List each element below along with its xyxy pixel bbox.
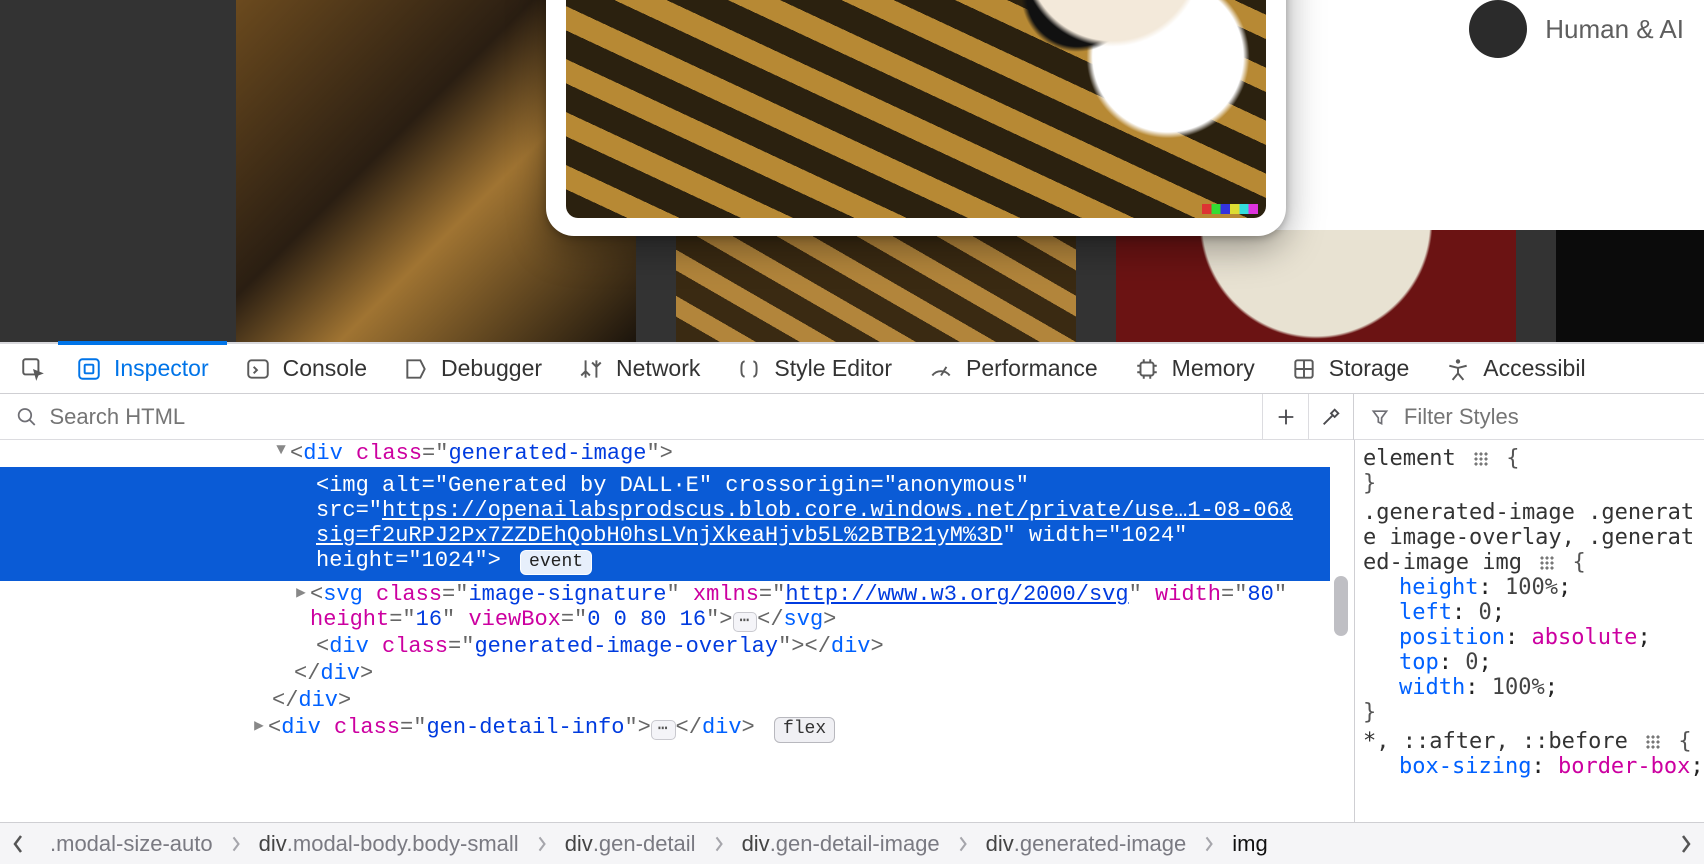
style-editor-icon [736,356,762,382]
tab-label: Inspector [114,355,209,382]
eyedropper-icon [1320,406,1342,428]
twisty-open-icon[interactable]: ▼ [272,441,290,459]
breadcrumb-prev-button[interactable] [0,823,36,864]
breadcrumb-next-button[interactable] [1668,823,1704,864]
tab-console[interactable]: Console [227,344,385,393]
filter-styles-box [1354,394,1704,439]
tab-label: Storage [1329,355,1410,382]
twisty-closed-icon[interactable]: ▶ [250,715,268,735]
scrollbar-thumb[interactable] [1334,576,1348,636]
avatar[interactable] [1469,0,1527,58]
drag-handle-icon[interactable] [1473,451,1489,467]
add-node-button[interactable] [1262,394,1308,440]
drag-handle-icon[interactable] [1539,555,1555,571]
tab-style-editor[interactable]: Style Editor [718,344,910,393]
tab-storage[interactable]: Storage [1273,344,1428,393]
tab-network[interactable]: Network [560,344,718,393]
image-detail-modal [546,0,1286,236]
dom-tree[interactable]: ▼ <div class="generated-image"> <img alt… [0,440,1354,822]
tab-label: Console [283,355,367,382]
dom-node[interactable]: </div> [0,687,1330,714]
console-icon [245,356,271,382]
search-icon [16,406,37,428]
dom-node[interactable]: ▶ <svg class="image-signature" xmlns="ht… [0,581,1330,633]
dom-node[interactable]: </div> [0,660,1330,687]
tab-debugger[interactable]: Debugger [385,344,560,393]
plus-icon [1275,406,1297,428]
tab-label: Style Editor [774,355,892,382]
tab-memory[interactable]: Memory [1116,344,1273,393]
dom-node[interactable]: <div class="generated-image-overlay"></d… [0,633,1330,660]
inspector-search-row [0,394,1704,440]
network-icon [578,356,604,382]
flex-badge[interactable]: flex [774,717,835,742]
breadcrumb: .modal-size-auto div.modal-body.body-sma… [0,822,1704,864]
debugger-icon [403,356,429,382]
css-rule[interactable]: element { } [1363,446,1696,496]
accessibility-icon [1445,356,1471,382]
search-html-input[interactable] [47,403,1262,431]
inspector-icon [76,356,102,382]
tab-accessibility[interactable]: Accessibil [1427,344,1603,393]
tab-performance[interactable]: Performance [910,344,1116,393]
modal-image[interactable] [566,0,1266,218]
chevron-left-icon [11,834,25,854]
ellipsis-badge[interactable]: ⋯ [651,720,676,740]
filter-styles-input[interactable] [1402,403,1704,431]
tab-label: Accessibil [1483,355,1585,382]
css-rule[interactable]: *, ::after, ::before { box-sizing: borde… [1363,729,1696,779]
performance-icon [928,356,954,382]
twisty-closed-icon[interactable]: ▶ [292,582,310,602]
breadcrumb-item[interactable]: div.gen-detail-image [728,823,954,864]
styles-pane[interactable]: element { } .generated-image .generate i… [1354,440,1704,822]
devtools-toolbar: Inspector Console Debugger Network Style… [0,344,1704,394]
element-picker-button[interactable] [8,344,58,393]
memory-icon [1134,356,1160,382]
breadcrumb-item[interactable]: div.modal-body.body-small [245,823,533,864]
filter-icon [1370,406,1390,428]
tab-label: Memory [1172,355,1255,382]
dom-node[interactable]: ▼ <div class="generated-image"> [0,440,1330,467]
css-rule[interactable]: .generated-image .generate image-overlay… [1363,500,1696,725]
search-html-box [0,394,1262,439]
avatar-label: Human & AI [1545,14,1684,45]
devtools-panel: Inspector Console Debugger Network Style… [0,342,1704,864]
chevron-right-icon [1679,834,1693,854]
inspector-panes: ▼ <div class="generated-image"> <img alt… [0,440,1704,822]
ellipsis-badge[interactable]: ⋯ [733,612,758,632]
storage-icon [1291,356,1317,382]
breadcrumb-item[interactable]: div.gen-detail [551,823,710,864]
page-content: Human & AI [0,0,1704,342]
breadcrumb-item[interactable]: .modal-size-auto [36,823,227,864]
tab-label: Network [616,355,700,382]
tab-inspector[interactable]: Inspector [58,344,227,393]
breadcrumb-item[interactable]: div.generated-image [972,823,1201,864]
dom-node[interactable]: ▶ <div class="gen-detail-info">⋯</div> f… [0,714,1330,743]
drag-handle-icon[interactable] [1645,734,1661,750]
tab-label: Performance [966,355,1098,382]
eyedropper-button[interactable] [1308,394,1354,440]
event-badge[interactable]: event [520,550,592,575]
dom-node-selected[interactable]: <img alt="Generated by DALL·E" crossorig… [0,467,1330,581]
breadcrumb-item-active[interactable]: img [1218,823,1281,864]
tab-label: Debugger [441,355,542,382]
